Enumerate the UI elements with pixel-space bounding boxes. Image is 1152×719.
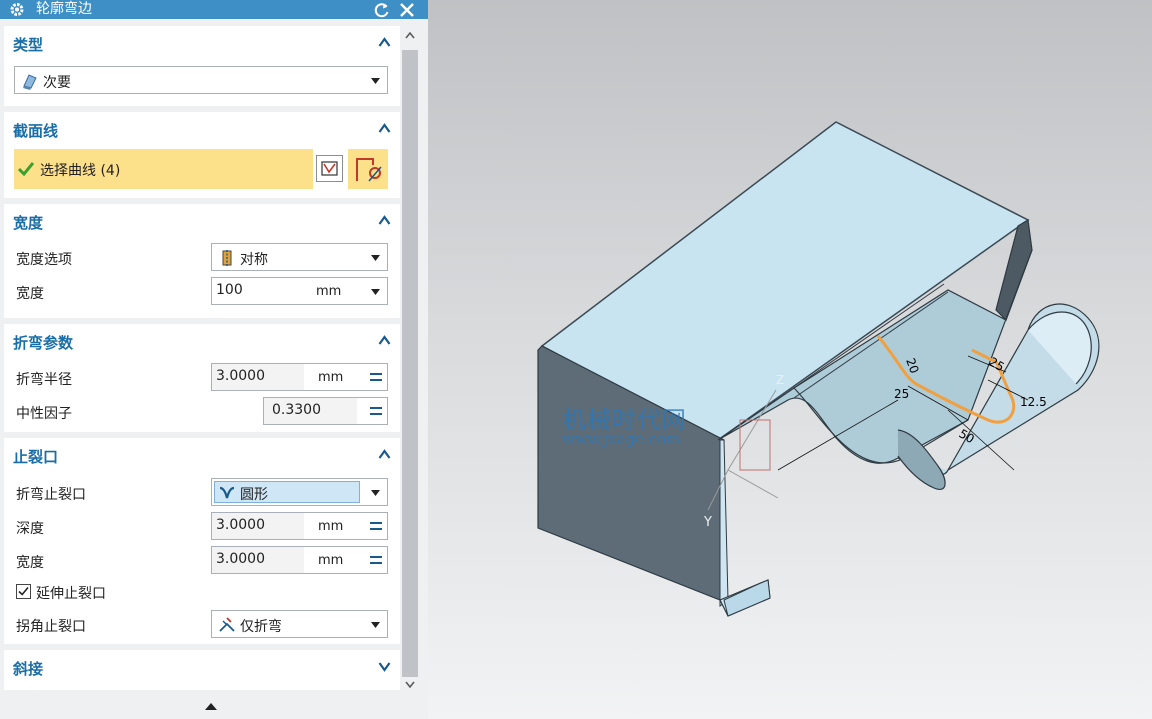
section-curve: 截面线 选择曲线 (4) — [4, 112, 400, 198]
select-curve-label: 选择曲线 (4) — [40, 163, 121, 179]
section-miter: 斜接 — [4, 650, 400, 690]
curve-rule-icon — [321, 161, 338, 176]
gear-icon — [10, 3, 24, 16]
formula-icon[interactable] — [369, 519, 383, 533]
dialog-content: 类型 次要 截面线 选择曲线 (4) 宽度 宽度选项 对称 宽度 100 mm … — [4, 26, 400, 690]
chevron-up-icon[interactable] — [378, 334, 391, 347]
chevron-up-icon[interactable] — [378, 122, 391, 135]
k-factor-label: 中性因子 — [16, 406, 72, 422]
profile-flange-dialog: 轮廓弯边 类型 次要 截面线 选择曲线 (4) 宽度 宽度选项 对称 宽度 10… — [0, 0, 428, 719]
chevron-down-icon[interactable] — [378, 660, 391, 673]
section-title: 止裂口 — [13, 448, 59, 466]
section-type-header[interactable]: 类型 — [4, 26, 400, 60]
relief-width-input[interactable]: 3.0000 mm — [211, 546, 388, 574]
section-width-header[interactable]: 宽度 — [4, 204, 400, 238]
corner-relief-label: 拐角止裂口 — [16, 619, 86, 635]
chevron-down-icon — [371, 255, 380, 261]
watermark-url: www.jxage.com — [562, 430, 681, 448]
bend-only-icon — [219, 617, 235, 632]
bottom-foot-inner — [723, 579, 771, 617]
formula-icon[interactable] — [369, 370, 383, 384]
section-width: 宽度 宽度选项 对称 宽度 100 mm — [4, 204, 400, 318]
scroll-down-icon[interactable] — [405, 681, 415, 688]
bend-radius-value: 3.0000 — [216, 368, 265, 384]
width-label: 宽度 — [16, 286, 44, 302]
relief-width-unit: mm — [318, 553, 344, 568]
section-curve-header[interactable]: 截面线 — [4, 112, 400, 146]
chevron-down-icon — [371, 490, 380, 496]
reset-icon[interactable] — [373, 1, 391, 19]
dialog-title: 轮廓弯边 — [36, 1, 92, 17]
close-icon[interactable] — [398, 1, 416, 19]
relief-width-value: 3.0000 — [216, 551, 265, 567]
k-factor-value: 0.3300 — [272, 402, 321, 418]
formula-icon[interactable] — [369, 404, 383, 418]
chevron-down-icon — [371, 78, 380, 84]
sheet-metal-model: 20 25 25 12.5 50 Z Y — [537, 121, 1100, 617]
collapse-up-icon[interactable] — [205, 703, 217, 710]
section-type: 类型 次要 — [4, 26, 400, 106]
type-value: 次要 — [43, 75, 71, 91]
relief-width-label: 宽度 — [16, 555, 44, 571]
chevron-up-icon[interactable] — [378, 36, 391, 49]
bend-radius-unit: mm — [318, 370, 344, 385]
bend-relief-value: 圆形 — [240, 487, 268, 503]
vertical-scrollbar[interactable] — [400, 26, 420, 690]
corner-relief-value: 仅折弯 — [240, 619, 282, 635]
select-curve-row[interactable]: 选择曲线 (4) — [14, 149, 313, 189]
bend-radius-input[interactable]: 3.0000 mm — [211, 363, 388, 391]
section-title: 截面线 — [13, 122, 59, 140]
width-unit: mm — [316, 284, 342, 299]
bend-relief-label: 折弯止裂口 — [16, 487, 86, 503]
axis-label-z: Z — [776, 373, 784, 387]
relief-depth-label: 深度 — [16, 521, 44, 537]
extend-relief-checkbox[interactable] — [16, 584, 31, 599]
bend-relief-dropdown[interactable]: 圆形 — [211, 478, 388, 506]
scroll-up-icon[interactable] — [405, 32, 415, 39]
sketch-section-icon — [356, 158, 382, 182]
section-bend-params-header[interactable]: 折弯参数 — [4, 324, 400, 358]
section-title: 类型 — [13, 36, 44, 54]
chevron-down-icon — [371, 622, 380, 628]
section-title: 宽度 — [13, 214, 44, 232]
type-dropdown[interactable]: 次要 — [14, 66, 388, 94]
relief-depth-input[interactable]: 3.0000 mm — [211, 512, 388, 540]
formula-icon[interactable] — [369, 553, 383, 567]
left-wall-edge — [719, 439, 729, 607]
section-relief: 止裂口 折弯止裂口 圆形 深度 3.0000 mm 宽度 3.0000 mm 延… — [4, 438, 400, 644]
chevron-up-icon[interactable] — [378, 448, 391, 461]
k-factor-input[interactable]: 0.3300 — [263, 397, 388, 425]
corner-relief-dropdown[interactable]: 仅折弯 — [211, 610, 388, 638]
dialog-title-bar: 轮廓弯边 — [0, 0, 428, 19]
width-option-value: 对称 — [240, 252, 268, 268]
curve-rule-button[interactable] — [316, 155, 343, 182]
section-miter-header[interactable]: 斜接 — [4, 650, 400, 684]
width-option-dropdown[interactable]: 对称 — [211, 243, 388, 271]
width-value: 100 — [216, 282, 243, 298]
sketch-section-button[interactable] — [348, 149, 388, 189]
graphics-viewport[interactable]: 20 25 25 12.5 50 Z Y 机械时代网 www.jxage.com — [428, 0, 1152, 719]
dimension-label: 12.5 — [1020, 395, 1047, 409]
symmetric-icon — [222, 250, 232, 266]
width-input[interactable]: 100 mm — [211, 277, 388, 305]
section-relief-header[interactable]: 止裂口 — [4, 438, 400, 472]
chevron-up-icon[interactable] — [378, 214, 391, 227]
chevron-down-icon[interactable] — [371, 289, 380, 295]
check-icon — [18, 162, 34, 176]
extend-relief-label[interactable]: 延伸止裂口 — [36, 583, 106, 603]
scrollbar-thumb[interactable] — [402, 50, 418, 677]
secondary-flange-icon — [23, 74, 37, 90]
bend-radius-label: 折弯半径 — [16, 372, 72, 388]
dimension-label: 25 — [894, 387, 909, 401]
checkmark-icon — [18, 586, 29, 596]
round-relief-icon — [219, 486, 235, 499]
relief-depth-value: 3.0000 — [216, 517, 265, 533]
section-title: 折弯参数 — [13, 334, 74, 352]
section-title: 斜接 — [13, 660, 44, 678]
dialog-bottom-bar — [0, 694, 428, 719]
width-option-label: 宽度选项 — [16, 252, 72, 268]
relief-depth-unit: mm — [318, 519, 344, 534]
section-bend-params: 折弯参数 折弯半径 3.0000 mm 中性因子 0.3300 — [4, 324, 400, 432]
axis-label-y: Y — [703, 515, 712, 530]
